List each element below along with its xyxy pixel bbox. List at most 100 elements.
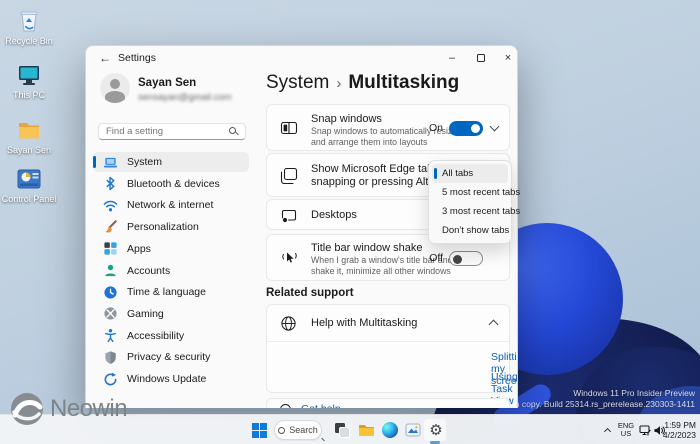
- profile-name: Sayan Sen: [138, 77, 196, 89]
- settings-search[interactable]: [98, 123, 246, 140]
- avatar-head: [110, 79, 120, 89]
- shake-title: Title bar window shake: [311, 242, 422, 254]
- neowin-logo-icon: [10, 392, 44, 426]
- apps-icon: [103, 241, 118, 256]
- sidebar-item-system[interactable]: System: [93, 152, 249, 172]
- clock-icon: [103, 285, 118, 300]
- neowin-watermark: Neowin: [10, 392, 127, 426]
- dropdown-option-5-recent[interactable]: 5 most recent tabs: [432, 183, 508, 202]
- photos-button[interactable]: [404, 415, 422, 444]
- tray-network-button[interactable]: [638, 415, 652, 444]
- brush-icon: [103, 220, 118, 235]
- search-icon: [278, 427, 285, 434]
- get-help-icon: [280, 404, 291, 408]
- avatar[interactable]: [100, 73, 130, 103]
- edge-button[interactable]: [381, 415, 399, 444]
- sidebar-item-bluetooth[interactable]: Bluetooth & devices: [93, 174, 249, 194]
- edge-tabs-icon: [280, 167, 298, 185]
- windows-logo-icon: [252, 423, 267, 438]
- shake-description: When I grab a window's title bar and sha…: [311, 255, 469, 276]
- help-title[interactable]: Help with Multitasking: [311, 317, 417, 329]
- search-icon: [229, 127, 236, 134]
- chevron-up-icon[interactable]: [489, 320, 499, 330]
- person-icon: [103, 263, 118, 278]
- get-help-row[interactable]: Get help: [266, 398, 510, 408]
- sidebar-item-windows-update[interactable]: Windows Update: [93, 369, 249, 389]
- sidebar-item-privacy[interactable]: Privacy & security: [93, 347, 249, 367]
- this-pc-icon: [16, 62, 42, 88]
- maximize-icon: [477, 54, 485, 62]
- snap-windows-card[interactable]: Snap windows Snap windows to automatical…: [266, 104, 510, 151]
- back-button[interactable]: ←: [96, 50, 114, 66]
- task-view-icon: [334, 422, 350, 438]
- avatar-body: [105, 91, 125, 103]
- page-title: Multitasking: [348, 72, 459, 93]
- desktop-icon-control-panel[interactable]: Control Panel: [0, 166, 58, 204]
- update-icon: [103, 372, 118, 387]
- shield-icon: [103, 350, 118, 365]
- start-button[interactable]: [250, 415, 268, 444]
- bluetooth-icon: [103, 176, 118, 191]
- tray-clock[interactable]: 1:59 PM 4/2/2023: [656, 415, 696, 444]
- snap-windows-toggle[interactable]: [449, 121, 483, 136]
- sidebar-item-accounts[interactable]: Accounts: [93, 261, 249, 281]
- tray-language-switcher[interactable]: ENG US: [616, 415, 636, 444]
- gear-icon: ⚙: [429, 423, 442, 438]
- desktops-title: Desktops: [311, 209, 357, 221]
- snap-windows-description: Snap windows to automatically resize and…: [311, 126, 469, 147]
- settings-app-button[interactable]: ⚙: [427, 415, 445, 444]
- chevron-up-icon: [603, 428, 610, 435]
- breadcrumb-parent[interactable]: System: [266, 72, 329, 93]
- maximize-button[interactable]: [470, 49, 492, 67]
- desktops-icon: [280, 207, 298, 225]
- wifi-icon: [103, 198, 118, 213]
- window-titlebar[interactable]: ← Settings – ×: [86, 46, 517, 71]
- close-button[interactable]: ×: [497, 49, 518, 67]
- profile-email-blurred: sensayan@gmail.com: [138, 92, 232, 103]
- snap-windows-state: On: [429, 122, 443, 134]
- xbox-icon: [103, 306, 118, 321]
- sidebar-item-gaming[interactable]: Gaming: [93, 304, 249, 324]
- system-icon: [103, 155, 118, 170]
- network-icon: [639, 424, 652, 437]
- file-explorer-icon: [358, 423, 375, 438]
- task-view-button[interactable]: [333, 415, 351, 444]
- folder-icon: [16, 117, 42, 143]
- taskbar-search[interactable]: Search: [274, 420, 322, 440]
- tray-date: 4/2/2023: [663, 430, 696, 440]
- control-panel-icon: [16, 166, 42, 192]
- desktop-icon-recycle-bin[interactable]: Recycle Bin: [0, 8, 58, 46]
- breadcrumb-separator: ›: [329, 75, 348, 92]
- tray-show-hidden-icons[interactable]: [600, 415, 614, 444]
- search-input[interactable]: [106, 125, 224, 138]
- snap-windows-title: Snap windows: [311, 113, 382, 125]
- sidebar-item-network[interactable]: Network & internet: [93, 195, 249, 215]
- globe-icon: [280, 315, 297, 332]
- dropdown-option-all-tabs[interactable]: All tabs: [432, 164, 508, 183]
- help-card: Help with Multitasking Splitting my scre…: [266, 304, 510, 393]
- sidebar-item-apps[interactable]: Apps: [93, 239, 249, 259]
- edge-icon: [382, 422, 398, 438]
- sidebar-item-time-language[interactable]: Time & language: [93, 282, 249, 302]
- dropdown-option-dont-show[interactable]: Don't show tabs: [432, 221, 508, 240]
- tray-time: 1:59 PM: [664, 420, 696, 430]
- sidebar-item-personalization[interactable]: Personalization: [93, 217, 249, 237]
- desktop-icon-this-pc[interactable]: This PC: [0, 62, 58, 100]
- desktop: Recycle Bin This PC Sayan Sen Control Pa…: [0, 0, 700, 444]
- shake-cursor-icon: [280, 249, 298, 267]
- desktop-icon-user-folder[interactable]: Sayan Sen: [0, 117, 58, 155]
- related-support-heading: Related support: [266, 287, 354, 299]
- shake-state: Off: [429, 252, 443, 264]
- edge-tabs-dropdown-flyout: All tabs 5 most recent tabs 3 most recen…: [428, 160, 512, 244]
- get-help-label[interactable]: Get help: [301, 403, 341, 408]
- snap-windows-icon: [280, 119, 298, 137]
- shake-toggle[interactable]: [449, 251, 483, 266]
- card-divider: [267, 341, 509, 342]
- accessibility-icon: [103, 328, 118, 343]
- dropdown-option-3-recent[interactable]: 3 most recent tabs: [432, 202, 508, 221]
- chevron-down-icon[interactable]: [490, 122, 500, 132]
- breadcrumb: System›Multitasking: [266, 72, 459, 94]
- sidebar-item-accessibility[interactable]: Accessibility: [93, 326, 249, 346]
- minimize-button[interactable]: –: [441, 49, 463, 67]
- file-explorer-button[interactable]: [357, 415, 375, 444]
